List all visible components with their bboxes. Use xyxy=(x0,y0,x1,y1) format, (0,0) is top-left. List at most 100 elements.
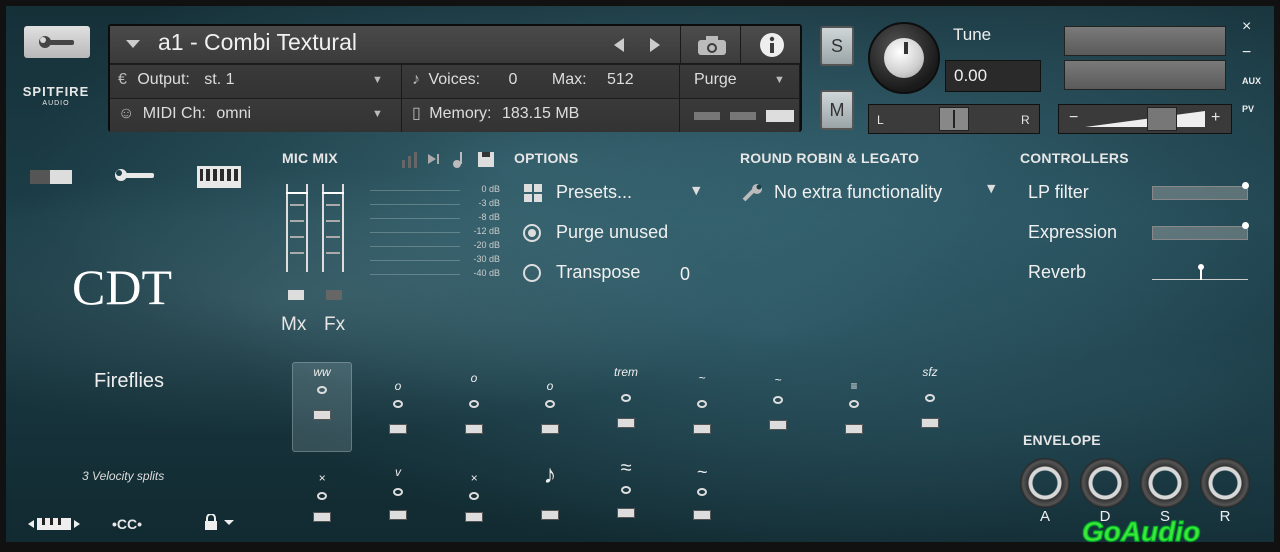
articulation-5[interactable]: trem xyxy=(596,362,656,428)
expression-track xyxy=(1152,226,1248,240)
indicator-2 xyxy=(730,112,756,120)
db-label: -30 dB xyxy=(473,254,500,264)
mic-mx-label: Mx xyxy=(281,314,307,335)
release-knob[interactable] xyxy=(1200,458,1250,508)
purge-menu[interactable]: Purge ▼ xyxy=(680,64,800,98)
articulation-3[interactable]: o xyxy=(444,368,504,434)
brand-sub: AUDIO xyxy=(42,100,70,107)
articulation-symbol: v xyxy=(395,465,401,479)
pan-left-label: L xyxy=(877,113,884,127)
camera-icon xyxy=(698,36,726,55)
articulation-7[interactable]: ~ xyxy=(748,370,808,430)
transpose-value[interactable]: 0 xyxy=(680,264,690,285)
purge-unused-option[interactable]: Purge unused xyxy=(556,222,668,243)
articulation-6[interactable]: ~ xyxy=(672,368,732,434)
articulation-12[interactable]: × xyxy=(444,468,504,522)
prev-instrument-icon[interactable] xyxy=(612,38,624,52)
close-button[interactable]: × xyxy=(1242,18,1251,36)
midi-channel-selector[interactable]: ☺ MIDI Ch: omni ▼ xyxy=(110,98,402,132)
fader-fx-handle[interactable] xyxy=(322,192,344,194)
articulation-15[interactable]: ~ xyxy=(672,462,732,520)
main-page-icon[interactable] xyxy=(30,170,72,184)
lp-filter-handle[interactable] xyxy=(1242,182,1249,189)
solo-button[interactable]: S xyxy=(820,26,854,66)
options-title: OPTIONS xyxy=(514,150,579,166)
voices-value: 0 xyxy=(508,71,518,88)
attack-knob[interactable] xyxy=(1020,458,1070,508)
volume-slider[interactable]: − + xyxy=(1058,104,1232,134)
articulation-9[interactable]: sfz xyxy=(900,362,960,428)
info-button[interactable] xyxy=(740,26,800,64)
volume-handle[interactable] xyxy=(1147,107,1177,131)
spitfire-logo: SPITFIRE AUDIO xyxy=(14,85,98,110)
fader-mx-handle[interactable] xyxy=(286,192,308,194)
expression-slider[interactable] xyxy=(1152,222,1249,240)
round-robin-dropdown-icon[interactable]: ▼ xyxy=(987,182,995,195)
articulation-14[interactable]: ≈ xyxy=(596,458,656,518)
envelope-title: ENVELOPE xyxy=(1023,432,1101,448)
pan-handle[interactable] xyxy=(939,107,969,131)
articulation-symbol: ww xyxy=(313,365,331,379)
pan-right-label: R xyxy=(1021,113,1030,127)
articulation-symbol: sfz xyxy=(922,365,938,379)
lp-filter-track xyxy=(1152,186,1248,200)
articulation-10[interactable]: × xyxy=(292,468,352,522)
transpose-option[interactable]: Transpose xyxy=(556,262,640,283)
release-label: R xyxy=(1219,508,1231,525)
pv-button[interactable]: PV xyxy=(1242,104,1254,114)
db-label: -3 dB xyxy=(478,198,500,208)
articulation-13[interactable]: ♪ xyxy=(520,461,580,520)
pan-slider[interactable]: L R xyxy=(868,104,1040,134)
signal-bars-icon xyxy=(402,152,417,168)
tune-value[interactable]: 0.00 xyxy=(945,60,1041,92)
mute-button[interactable]: M xyxy=(820,90,854,130)
purge-radio-icon[interactable] xyxy=(522,223,542,243)
wrench-icon xyxy=(39,36,74,48)
next-instrument-icon[interactable] xyxy=(650,38,662,52)
volume-plus[interactable]: + xyxy=(1211,109,1220,127)
lock-icon[interactable] xyxy=(204,514,236,530)
level-meter-right xyxy=(1064,60,1226,90)
articulation-11[interactable]: v xyxy=(368,462,428,520)
fx-load-chip[interactable] xyxy=(326,290,342,300)
chevron-down-icon[interactable] xyxy=(126,40,140,50)
cc-button[interactable]: •CC• xyxy=(112,516,142,532)
mic-mix-title: MIC MIX xyxy=(282,150,338,166)
reverb-slider[interactable] xyxy=(1152,264,1248,280)
mx-load-chip[interactable] xyxy=(288,290,304,300)
articulation-symbol: trem xyxy=(614,365,638,379)
settings-wrench-icon[interactable] xyxy=(114,166,156,184)
keyswitch-icon[interactable] xyxy=(28,516,80,532)
max-value[interactable]: 512 xyxy=(607,71,634,88)
tune-knob[interactable] xyxy=(868,22,940,94)
db-label: 0 dB xyxy=(481,184,500,194)
volume-minus[interactable]: − xyxy=(1069,109,1078,127)
snapshot-button[interactable] xyxy=(680,26,740,64)
midi-value: omni xyxy=(216,105,252,122)
round-robin-dropdown[interactable]: No extra functionality xyxy=(774,182,942,203)
sustain-knob[interactable] xyxy=(1140,458,1190,508)
controllers-title: CONTROLLERS xyxy=(1020,150,1129,166)
wrench-button[interactable] xyxy=(24,26,90,58)
expression-handle[interactable] xyxy=(1242,222,1249,229)
lp-filter-slider[interactable] xyxy=(1152,182,1249,200)
presets-dropdown-icon[interactable]: ▼ xyxy=(692,184,700,197)
articulation-4[interactable]: o xyxy=(520,376,580,434)
articulation-symbol: o xyxy=(394,379,402,393)
instrument-header: a1 - Combi Textural € Output: st. 1 ▼ ♪ … xyxy=(108,24,802,132)
output-selector[interactable]: € Output: st. 1 ▼ xyxy=(110,64,402,98)
articulation-8[interactable]: ≡ xyxy=(824,376,884,434)
round-robin-title: ROUND ROBIN & LEGATO xyxy=(740,150,920,166)
memory-label: Memory: xyxy=(429,105,492,122)
keyboard-page-icon[interactable] xyxy=(197,166,241,188)
articulation-symbol: × xyxy=(318,471,326,485)
articulation-1[interactable]: ww xyxy=(292,362,352,420)
minimize-button[interactable]: − xyxy=(1242,44,1251,62)
presets-dropdown[interactable]: Presets... xyxy=(556,182,632,203)
mic-mix-tools xyxy=(402,152,494,168)
articulation-2[interactable]: o xyxy=(368,376,428,434)
instrument-name[interactable]: a1 - Combi Textural xyxy=(158,29,357,56)
transpose-radio-icon[interactable] xyxy=(522,263,542,283)
aux-button[interactable]: AUX xyxy=(1242,76,1261,86)
decay-knob[interactable] xyxy=(1080,458,1130,508)
